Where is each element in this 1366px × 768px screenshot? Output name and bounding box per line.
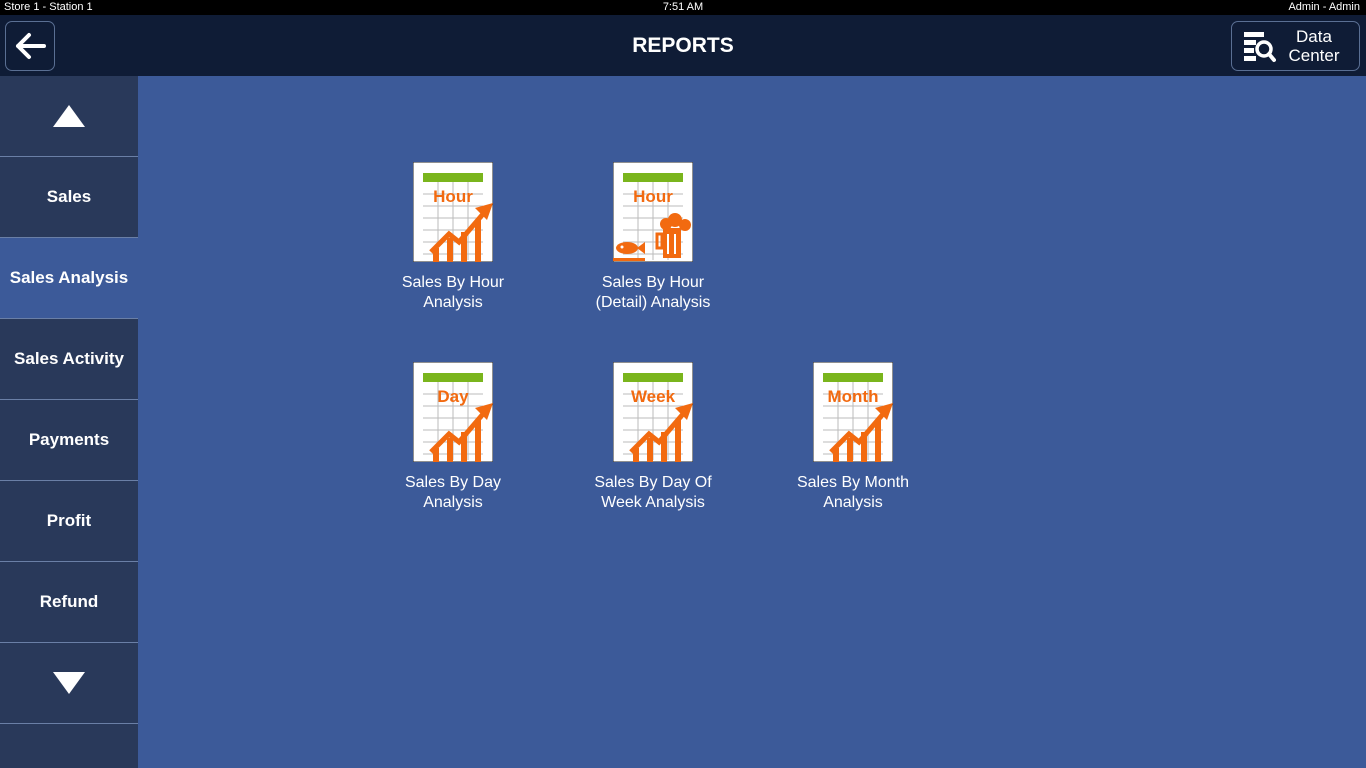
data-search-icon [1244,32,1276,62]
report-label: Sales By Month Analysis [796,474,910,511]
report-label: Sales By Hour Analysis [401,274,505,311]
sidebar: Sales Sales Analysis Sales Activity Paym… [0,76,138,768]
svg-text:Hour: Hour [433,187,473,206]
svg-text:Week: Week [631,387,676,406]
header: REPORTS Data Center [0,15,1366,76]
triangle-up-icon [53,105,85,127]
day-chart-icon: Day [413,362,493,462]
data-center-label: Data Center [1288,27,1340,65]
sidebar-item-sales-activity[interactable]: Sales Activity [0,319,138,400]
report-label: Sales By Day Analysis [404,474,502,511]
report-label: Sales By Hour (Detail) Analysis [595,274,711,311]
sidebar-item-profit[interactable]: Profit [0,481,138,562]
svg-text:Hour: Hour [633,187,673,206]
back-button[interactable] [5,21,55,71]
sidebar-item-sales-analysis[interactable]: Sales Analysis [0,238,138,319]
sidebar-item-sales[interactable]: Sales [0,157,138,238]
page-title: REPORTS [632,34,734,57]
clock-text: 7:51 AM [662,1,704,13]
hour-chart-icon: Hour [413,162,493,262]
month-chart-icon: Month [813,362,893,462]
data-center-button[interactable]: Data Center [1231,21,1360,71]
arrow-left-icon [16,33,46,59]
sidebar-scroll-down-button[interactable] [0,643,138,724]
sidebar-item-refund[interactable]: Refund [0,562,138,643]
user-text: Admin - Admin [1288,1,1360,13]
week-chart-icon: Week [613,362,693,462]
svg-text:Month: Month [828,387,879,406]
status-bar: Store 1 - Station 1 7:51 AM Admin - Admi… [0,0,1366,15]
sidebar-item-payments[interactable]: Payments [0,400,138,481]
hour-detail-food-icon: Hour [613,162,693,262]
report-label: Sales By Day Of Week Analysis [594,474,712,511]
svg-text:Day: Day [437,387,469,406]
sidebar-scroll-up-button[interactable] [0,76,138,157]
triangle-down-icon [53,672,85,694]
